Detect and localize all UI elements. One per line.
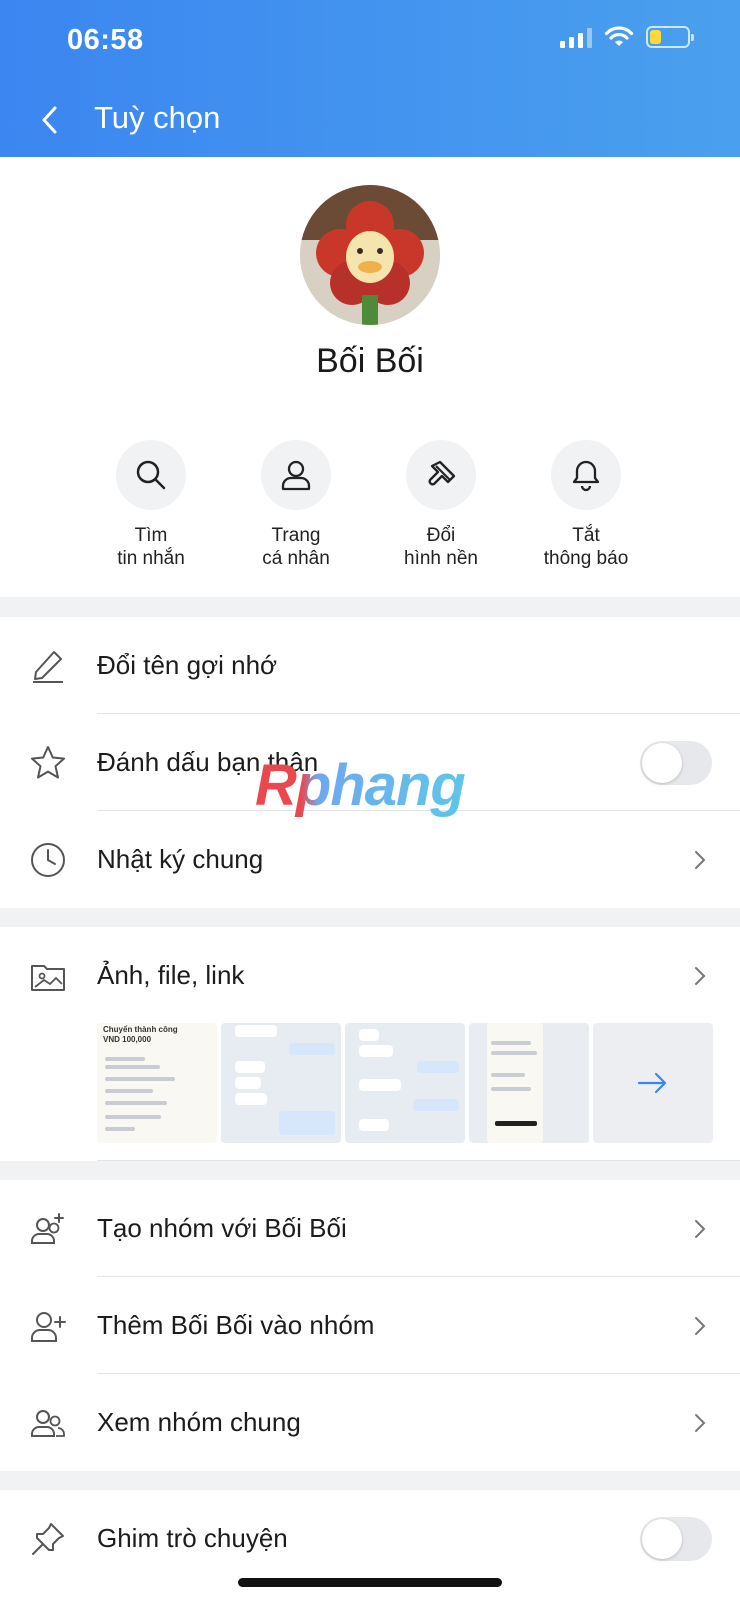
chevron-right-icon bbox=[692, 964, 708, 988]
media-thumbnail[interactable]: Chuyển thành công VND 100,000 bbox=[97, 1023, 217, 1143]
avatar-image bbox=[300, 185, 440, 325]
page-title: Tuỳ chọn bbox=[94, 100, 221, 135]
action-label-line2: hình nền bbox=[404, 548, 478, 569]
add-to-group-row[interactable]: Thêm Bối Bối vào nhóm bbox=[0, 1277, 740, 1374]
media-thumbnail[interactable] bbox=[345, 1023, 465, 1143]
action-label: Trang cá nhân bbox=[221, 524, 371, 570]
watermark: Rphang bbox=[255, 753, 466, 818]
media-thumbnail[interactable] bbox=[469, 1023, 589, 1143]
wifi-icon bbox=[604, 26, 634, 46]
action-change-wallpaper[interactable]: Đổi hình nền bbox=[366, 440, 516, 570]
action-label: Tắt thông báo bbox=[511, 524, 661, 570]
action-mute-notifications[interactable]: Tắt thông báo bbox=[511, 440, 661, 570]
action-label: Đổi hình nền bbox=[366, 524, 516, 570]
clock-icon bbox=[28, 840, 68, 880]
person-add-icon bbox=[28, 1306, 68, 1346]
avatar[interactable] bbox=[300, 185, 440, 325]
action-circle bbox=[116, 440, 186, 510]
back-button[interactable] bbox=[30, 96, 70, 144]
action-label-line1: Đổi bbox=[426, 525, 456, 546]
common-groups-row[interactable]: Xem nhóm chung bbox=[0, 1374, 740, 1471]
status-time: 06:58 bbox=[67, 24, 144, 56]
chevron-left-icon bbox=[42, 106, 57, 134]
thumbnail-amount: VND 100,000 bbox=[103, 1035, 152, 1044]
thumbnail-title: Chuyển thành công bbox=[103, 1025, 178, 1034]
action-label-line1: Tìm bbox=[134, 525, 168, 546]
groups-section: Tạo nhóm với Bối Bối Thêm Bối Bối vào nh… bbox=[0, 1180, 740, 1471]
action-label-line2: thông báo bbox=[543, 548, 629, 569]
media-label: Ảnh, file, link bbox=[97, 960, 245, 990]
signal-icon bbox=[560, 26, 592, 48]
pencil-icon bbox=[28, 646, 68, 686]
arrow-right-icon bbox=[637, 1072, 667, 1094]
pin-chat-toggle[interactable] bbox=[640, 1516, 712, 1561]
rename-label: Đổi tên gợi nhớ bbox=[97, 650, 278, 680]
person-icon bbox=[281, 460, 311, 491]
paint-brush-icon bbox=[428, 460, 456, 486]
pin-chat-row[interactable]: Ghim trò chuyện bbox=[0, 1490, 740, 1587]
divider bbox=[97, 1160, 740, 1161]
pin-icon bbox=[28, 1519, 68, 1559]
pin-chat-label: Ghim trò chuyện bbox=[97, 1523, 288, 1553]
chevron-right-icon bbox=[692, 848, 708, 872]
group-add-icon bbox=[28, 1209, 68, 1249]
group-icon bbox=[28, 1403, 68, 1443]
common-groups-label: Xem nhóm chung bbox=[97, 1407, 301, 1437]
best-friend-toggle[interactable] bbox=[640, 740, 712, 785]
action-search-messages[interactable]: Tìm tin nhắn bbox=[76, 440, 226, 570]
chevron-right-icon bbox=[692, 1217, 708, 1241]
action-circle bbox=[551, 440, 621, 510]
media-thumbnail[interactable] bbox=[221, 1023, 341, 1143]
chevron-right-icon bbox=[692, 1411, 708, 1435]
media-thumbnails: Chuyển thành công VND 100,000 bbox=[97, 1023, 713, 1143]
battery-level bbox=[650, 30, 661, 44]
media-see-more[interactable] bbox=[593, 1023, 713, 1143]
profile-card: Bối Bối Tìm tin nhắn Trang cá nhân Đổi h… bbox=[0, 157, 740, 597]
status-icons bbox=[560, 26, 694, 48]
home-indicator bbox=[238, 1578, 502, 1587]
create-group-row[interactable]: Tạo nhóm với Bối Bối bbox=[0, 1180, 740, 1277]
bell-icon bbox=[572, 460, 600, 492]
action-label-line1: Tắt bbox=[572, 525, 600, 546]
thumbnail-text: Chuyển thành công VND 100,000 bbox=[103, 1025, 178, 1045]
action-label-line1: Trang bbox=[271, 525, 321, 546]
toggle-knob bbox=[642, 1518, 682, 1559]
action-circle bbox=[261, 440, 331, 510]
search-icon bbox=[136, 460, 166, 490]
shared-journal-label: Nhật ký chung bbox=[97, 844, 264, 874]
photo-folder-icon bbox=[28, 956, 68, 996]
battery-icon bbox=[646, 26, 694, 48]
action-circle bbox=[406, 440, 476, 510]
star-icon bbox=[28, 743, 68, 783]
action-profile-page[interactable]: Trang cá nhân bbox=[221, 440, 371, 570]
media-section: Ảnh, file, link Chuyển thành công VND 100… bbox=[0, 927, 740, 1161]
create-group-label: Tạo nhóm với Bối Bối bbox=[97, 1213, 347, 1243]
action-label-line2: tin nhắn bbox=[117, 548, 185, 569]
chevron-right-icon bbox=[692, 1314, 708, 1338]
rename-row[interactable]: Đổi tên gợi nhớ bbox=[0, 617, 740, 714]
profile-name: Bối Bối bbox=[316, 342, 424, 380]
action-label: Tìm tin nhắn bbox=[76, 524, 226, 570]
shared-journal-row[interactable]: Nhật ký chung bbox=[0, 811, 740, 908]
action-label-line2: cá nhân bbox=[262, 548, 330, 569]
media-row[interactable]: Ảnh, file, link bbox=[0, 927, 740, 1024]
toggle-knob bbox=[642, 742, 682, 783]
add-to-group-label: Thêm Bối Bối vào nhóm bbox=[97, 1310, 375, 1340]
app-header: 06:58 Tuỳ chọn bbox=[0, 0, 740, 157]
